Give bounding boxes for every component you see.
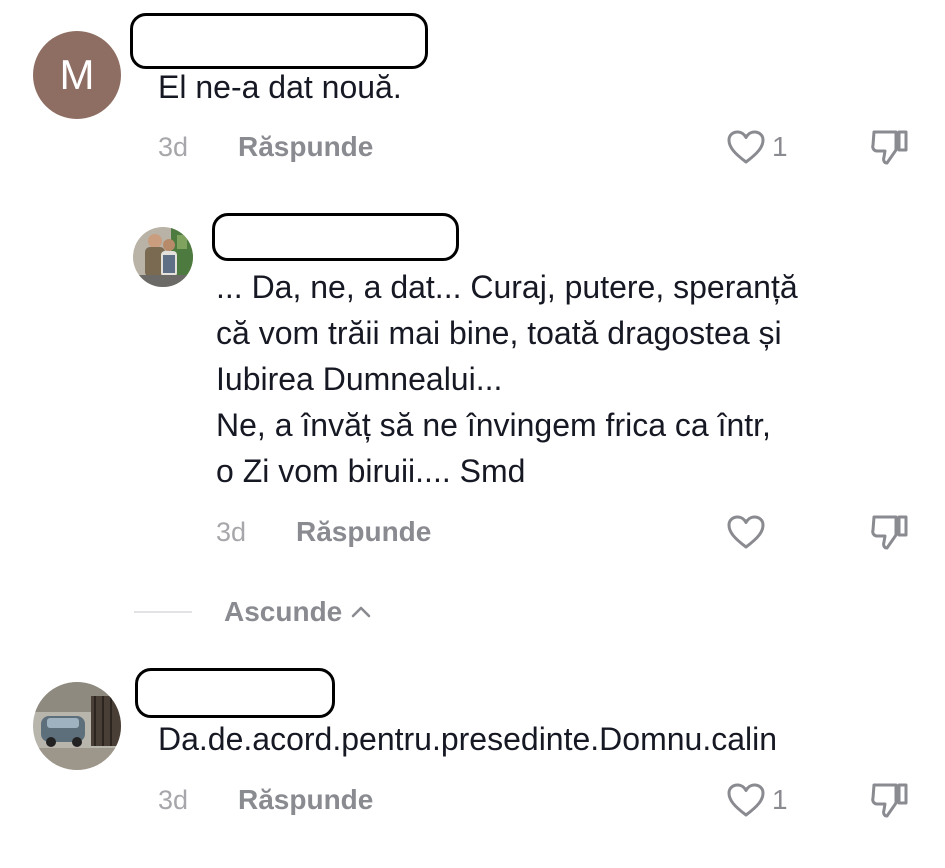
comment-text: Da.de.acord.pentru.presedinte.Domnu.cali…	[158, 721, 778, 757]
thumbs-down-icon[interactable]	[868, 127, 912, 167]
thumbs-down-icon[interactable]	[868, 512, 912, 552]
like-button[interactable]: 1	[726, 127, 788, 167]
comment-time: 3d	[158, 131, 189, 162]
chevron-up-icon	[351, 606, 371, 618]
comment-item: Da.de.acord.pentru.presedinte.Domnu.cali…	[0, 660, 945, 860]
avatar-photo	[133, 227, 193, 287]
avatar[interactable]	[133, 227, 193, 287]
heart-outline-icon	[727, 515, 765, 549]
comment-time: 3d	[216, 516, 247, 547]
like-button[interactable]: 1	[726, 780, 788, 820]
comment-meta: 3d Răspunde	[158, 780, 373, 820]
hide-replies-toggle[interactable]: Ascunde	[134, 592, 372, 632]
divider	[134, 611, 192, 613]
thumbs-down-icon[interactable]	[868, 780, 912, 820]
comment-time: 3d	[158, 784, 189, 815]
comment-text: ... Da, ne, a dat... Curaj, putere, sper…	[216, 269, 798, 489]
comment-meta: 3d Răspunde	[216, 512, 431, 552]
like-count: 1	[772, 131, 788, 162]
redacted-username	[212, 213, 459, 261]
reply-button[interactable]: Răspunde	[238, 784, 373, 816]
reply-item: ... Da, ne, a dat... Curaj, putere, sper…	[0, 200, 945, 580]
redacted-username	[130, 13, 428, 69]
hide-replies-label: Ascunde	[224, 596, 343, 627]
avatar-photo	[33, 682, 121, 770]
comment-text: El ne-a dat nouă.	[158, 69, 402, 105]
reply-button[interactable]: Răspunde	[296, 516, 431, 548]
heart-outline-icon	[727, 783, 765, 817]
comment-meta: 3d Răspunde	[158, 127, 373, 167]
redacted-username	[135, 668, 335, 718]
reply-button[interactable]: Răspunde	[238, 131, 373, 163]
heart-outline-icon	[727, 130, 765, 164]
avatar[interactable]	[33, 682, 121, 770]
like-button[interactable]	[726, 512, 772, 552]
avatar[interactable]: M	[33, 31, 121, 119]
avatar-letter: M	[59, 51, 95, 98]
comment-item: M El ne-a dat nouă. 3d Răspunde 1	[0, 0, 945, 180]
like-count: 1	[772, 784, 788, 815]
